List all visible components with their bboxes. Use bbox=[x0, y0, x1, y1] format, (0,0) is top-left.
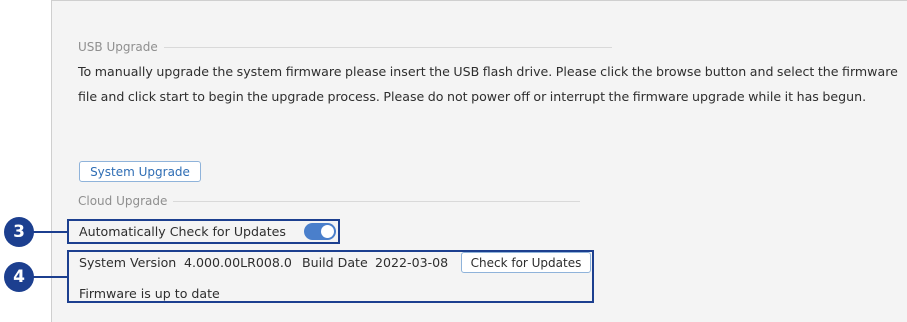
callout-box-4 bbox=[67, 250, 594, 303]
section-divider bbox=[163, 46, 612, 48]
callout-marker-3: 3 bbox=[4, 217, 34, 247]
usb-upgrade-section-title: USB Upgrade bbox=[78, 40, 612, 54]
usb-upgrade-description: To manually upgrade the system firmware … bbox=[78, 64, 898, 104]
cloud-upgrade-title-text: Cloud Upgrade bbox=[78, 194, 168, 208]
cloud-upgrade-section-title: Cloud Upgrade bbox=[78, 194, 581, 208]
callout-line-4 bbox=[33, 276, 67, 278]
usb-upgrade-title-text: USB Upgrade bbox=[78, 40, 158, 54]
system-upgrade-button[interactable]: System Upgrade bbox=[79, 161, 201, 182]
callout-line-3 bbox=[33, 231, 67, 233]
callout-box-3 bbox=[67, 219, 340, 244]
callout-marker-4: 4 bbox=[4, 262, 34, 292]
section-divider bbox=[173, 200, 581, 202]
